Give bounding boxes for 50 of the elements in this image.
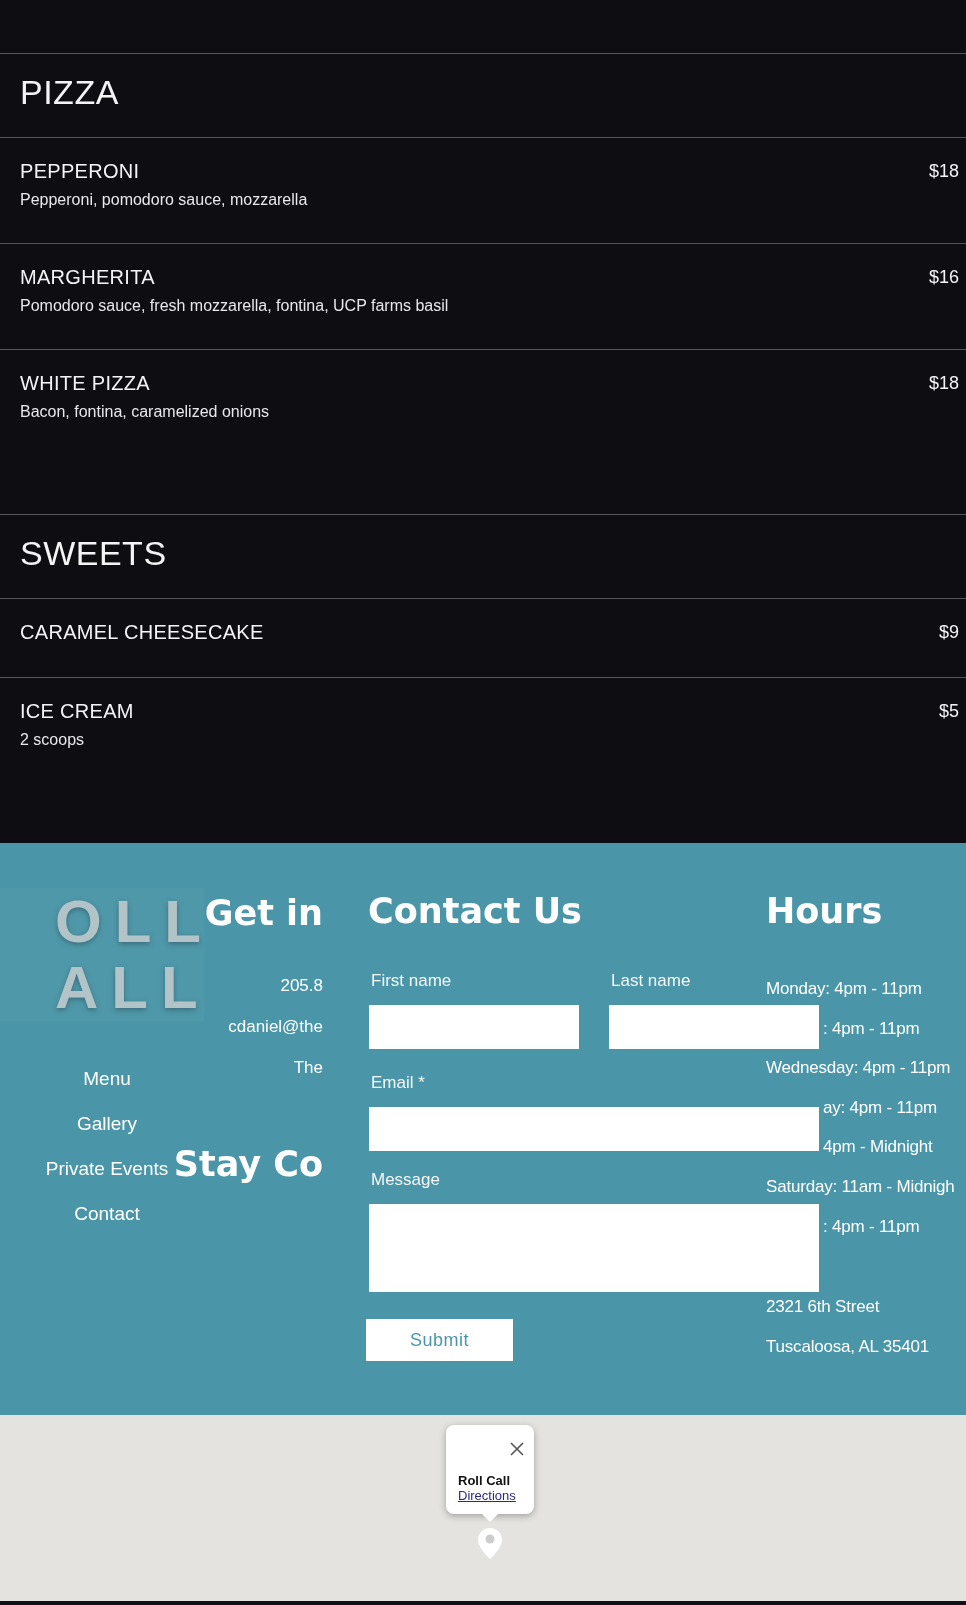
form-heading: Contact Us [368, 890, 582, 933]
dish-price: $9 [938, 621, 959, 644]
directions-link[interactable]: Directions [458, 1488, 516, 1503]
contact-info-text: cdaniel@the [228, 1017, 323, 1037]
dish-description: Pepperoni, pomodoro sauce, mozzarella [20, 190, 308, 210]
hours-text: : 4pm - 11pm [823, 1216, 920, 1237]
input-field[interactable] [609, 1005, 819, 1049]
address-text: Tuscaloosa, AL 35401 [766, 1336, 929, 1357]
hours-text: Wednesday: 4pm - 11pm [766, 1058, 951, 1079]
contact-info-text: 205.8 [280, 976, 323, 996]
input-field[interactable] [369, 1107, 819, 1151]
hours-text: Monday: 4pm - 11pm [766, 979, 922, 999]
field-label: Email * [371, 1072, 425, 1094]
dish-price: $16 [928, 266, 959, 289]
section-heading: PIZZA [20, 72, 119, 112]
section-heading: Stay Co [173, 1143, 323, 1186]
dish-price: $5 [938, 700, 959, 723]
address-text: 2321 6th Street [766, 1296, 880, 1317]
field-label: Message [371, 1169, 440, 1191]
hours-text: Saturday: 11am - Midnigh [766, 1176, 955, 1197]
nav-link[interactable]: Private Events [45, 1157, 169, 1181]
dish-price: $18 [928, 160, 959, 183]
dish-description: Pomodoro sauce, fresh mozzarella, fontina, UCP farms basil [20, 296, 449, 316]
dish-name: WHITE PIZZA [20, 371, 150, 395]
field-label: Last name [611, 970, 691, 992]
dish-name: PEPPERONI [20, 159, 140, 183]
dish-price: $18 [928, 372, 959, 395]
place-name: Roll Call [458, 1473, 510, 1488]
logo: OLL ALL [0, 888, 204, 1021]
nav-link[interactable]: Contact [74, 1202, 140, 1226]
hours-text: 4pm - Midnight [823, 1137, 933, 1158]
dish-name: MARGHERITA [20, 265, 155, 289]
section-heading: SWEETS [20, 533, 167, 573]
submit-button[interactable]: Submit [366, 1319, 513, 1361]
hours-text: : 4pm - 11pm [823, 1018, 920, 1039]
dish-description: Bacon, fontina, caramelized onions [20, 402, 270, 422]
contact-info-text: The [293, 1058, 323, 1078]
close-icon[interactable] [510, 1442, 524, 1456]
map-pin-icon[interactable] [478, 1528, 502, 1559]
nav-link[interactable]: Gallery [76, 1112, 138, 1136]
section-heading: Hours [766, 890, 883, 933]
dish-description: 2 scoops [20, 730, 85, 750]
input-field[interactable] [369, 1005, 579, 1049]
nav-link[interactable]: Menu [83, 1067, 131, 1091]
section-heading: Get in [204, 892, 323, 935]
hours-text: ay: 4pm - 11pm [823, 1097, 938, 1118]
dish-name: CARAMEL CHEESECAKE [20, 620, 264, 644]
message-field[interactable] [369, 1204, 819, 1292]
field-label: First name [371, 970, 452, 992]
dish-name: ICE CREAM [20, 699, 134, 723]
